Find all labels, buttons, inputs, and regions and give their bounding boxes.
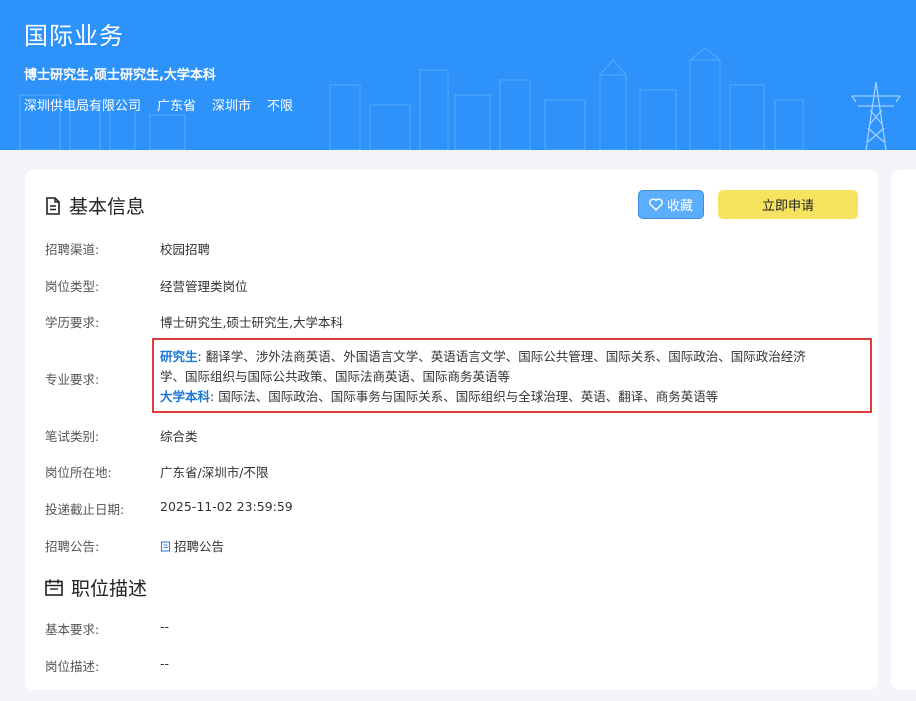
calendar-icon xyxy=(45,579,63,596)
job-detail-card: 基本信息 收藏 立即申请 招聘渠道: 校园招聘 岗位类型: 经营管理类岗位 学历… xyxy=(25,170,878,690)
favorite-button[interactable]: 收藏 xyxy=(638,190,704,219)
notice-link-text: 招聘公告 xyxy=(174,539,225,554)
header-banner: 国际业务 博士研究生,硕士研究生,大学本科 深圳供电局有限公司 广东省 深圳市 … xyxy=(0,0,916,150)
section-title: 基本信息 xyxy=(69,196,146,218)
job-meta: 深圳供电局有限公司 广东省 深圳市 不限 xyxy=(24,95,293,114)
basic-info-heading: 基本信息 xyxy=(45,192,145,219)
row-value: 经营管理类岗位 xyxy=(160,279,248,294)
row-value: -- xyxy=(160,656,170,671)
section-title: 职位描述 xyxy=(71,578,148,600)
row-label: 招聘渠道: xyxy=(45,242,100,257)
district: 不限 xyxy=(267,99,294,114)
ug-major-line: 大学本科: 国际法、国际政治、国际事务与国际关系、国际组织与全球治理、英语、翻译… xyxy=(160,387,865,407)
row-label: 专业要求: xyxy=(45,372,100,387)
row-value: 综合类 xyxy=(160,429,198,444)
row-value: 博士研究生,硕士研究生,大学本科 xyxy=(160,315,343,330)
major-requirements: 研究生: 翻译学、涉外法商英语、外国语言文学、英语语言文学、国际公共管理、国际关… xyxy=(160,347,865,407)
heart-icon xyxy=(649,198,663,211)
notice-link[interactable]: 招聘公告 xyxy=(160,536,224,555)
ug-level-label: 大学本科 xyxy=(160,389,211,404)
side-panel xyxy=(891,170,916,690)
row-label: 学历要求: xyxy=(45,315,100,330)
row-label: 基本要求: xyxy=(45,622,100,637)
province: 广东省 xyxy=(157,99,197,114)
city: 深圳市 xyxy=(212,99,252,114)
row-value: 校园招聘 xyxy=(160,242,211,257)
apply-button[interactable]: 立即申请 xyxy=(718,190,858,219)
row-label: 岗位类型: xyxy=(45,279,100,294)
grad-majors: 翻译学、涉外法商英语、外国语言文学、英语语言文学、国际公共管理、国际关系、国际政… xyxy=(205,349,806,364)
job-title: 国际业务 xyxy=(24,22,124,50)
favorite-label: 收藏 xyxy=(666,199,693,214)
row-label: 笔试类别: xyxy=(45,429,100,444)
ug-sep: : xyxy=(210,389,215,404)
row-value: -- xyxy=(160,619,170,634)
power-tower-icon xyxy=(851,81,901,150)
document-icon xyxy=(46,196,60,215)
apply-label: 立即申请 xyxy=(761,199,814,214)
description-heading: 职位描述 xyxy=(45,574,147,601)
row-label: 招聘公告: xyxy=(45,539,100,554)
ug-majors: 国际法、国际政治、国际事务与国际关系、国际组织与全球治理、英语、翻译、商务英语等 xyxy=(218,389,719,404)
row-value: 2025-11-02 23:59:59 xyxy=(160,499,293,514)
grad-sep: : xyxy=(197,349,202,364)
grad-major-line-2: 学、国际组织与国际公共政策、国际法商英语、国际商务英语等 xyxy=(160,369,511,384)
education-summary: 博士研究生,硕士研究生,大学本科 xyxy=(24,68,216,83)
row-value: 广东省/深圳市/不限 xyxy=(160,465,269,480)
grad-major-line: 研究生: 翻译学、涉外法商英语、外国语言文学、英语语言文学、国际公共管理、国际关… xyxy=(160,347,865,367)
row-label: 岗位所在地: xyxy=(45,465,112,480)
row-label: 岗位描述: xyxy=(45,659,100,674)
row-label: 投递截止日期: xyxy=(45,502,125,517)
company-name: 深圳供电局有限公司 xyxy=(24,99,142,114)
link-doc-icon xyxy=(160,541,171,552)
grad-level-label: 研究生 xyxy=(160,349,198,364)
